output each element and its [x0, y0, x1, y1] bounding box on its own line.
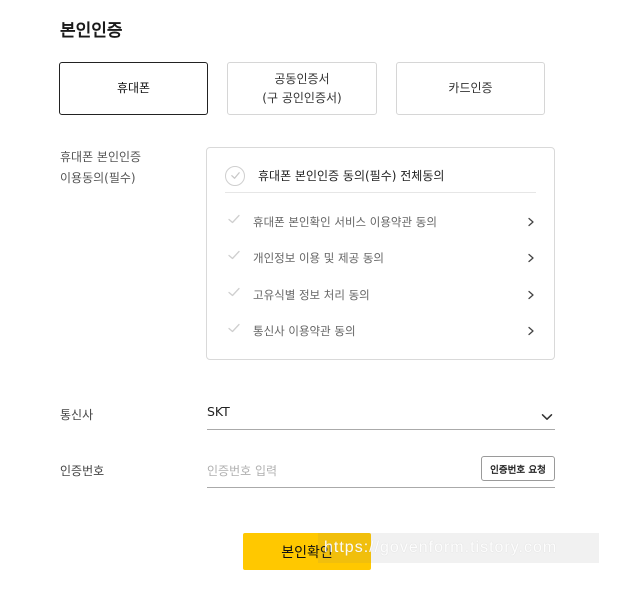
check-icon — [228, 323, 240, 333]
carrier-label: 통신사 — [60, 408, 94, 422]
agreement-section-label: 휴대폰 본인인증 이용동의(필수) — [60, 147, 180, 189]
method-tab-phone[interactable]: 휴대폰 — [59, 62, 208, 115]
chevron-right-icon[interactable] — [526, 326, 536, 336]
agree-all-checkbox[interactable]: 휴대폰 본인인증 동의(필수) 전체동의 — [225, 159, 536, 193]
method-tab-label: 카드인증 — [448, 81, 493, 95]
request-code-button[interactable]: 인증번호 요청 — [481, 456, 555, 481]
chevron-right-icon[interactable] — [526, 253, 536, 263]
verification-code-label: 인증번호 — [60, 464, 105, 478]
agreement-label-line2: 이용동의(필수) — [60, 171, 136, 185]
carrier-selected-value: SKT — [207, 404, 230, 419]
page-title: 본인인증 — [60, 21, 123, 41]
chevron-down-icon — [541, 413, 553, 420]
identity-verification-page: 본인인증 휴대폰 공동인증서 (구 공인인증서) 카드인증 휴대폰 본인인증 이… — [0, 0, 639, 603]
agree-item-label: 개인정보 이용 및 제공 동의 — [253, 251, 385, 265]
agree-item-privacy[interactable]: 개인정보 이용 및 제공 동의 — [227, 248, 536, 268]
circle-check-icon — [225, 165, 245, 186]
agreement-box: 휴대폰 본인인증 동의(필수) 전체동의 휴대폰 본인확인 서비스 이용약관 동… — [206, 147, 555, 360]
verification-code-row: 인증번호 요청 — [207, 455, 555, 488]
method-tab-certificate[interactable]: 공동인증서 (구 공인인증서) — [227, 62, 377, 115]
agree-item-label: 통신사 이용약관 동의 — [253, 324, 356, 338]
method-tab-label: 공동인증서 — [274, 71, 330, 86]
agree-item-label: 휴대폰 본인확인 서비스 이용약관 동의 — [253, 215, 437, 229]
agree-item-label: 고유식별 정보 처리 동의 — [253, 288, 370, 302]
method-tab-label: 휴대폰 — [116, 81, 151, 95]
method-tab-card[interactable]: 카드인증 — [396, 62, 545, 115]
watermark: https://govenform.tistory.com — [318, 533, 599, 563]
agree-item-carrier-terms[interactable]: 통신사 이용약관 동의 — [227, 321, 536, 341]
carrier-select[interactable]: SKT — [207, 398, 555, 430]
agree-all-label: 휴대폰 본인인증 동의(필수) 전체동의 — [258, 169, 445, 183]
check-icon — [228, 250, 240, 260]
chevron-right-icon[interactable] — [526, 290, 536, 300]
agree-item-service-terms[interactable]: 휴대폰 본인확인 서비스 이용약관 동의 — [227, 212, 536, 232]
check-icon — [228, 214, 240, 224]
verification-code-input[interactable] — [207, 460, 467, 482]
agreement-label-line1: 휴대폰 본인인증 — [60, 150, 142, 164]
check-icon — [228, 287, 240, 297]
chevron-right-icon[interactable] — [526, 217, 536, 227]
method-tab-sublabel: (구 공인인증서) — [262, 90, 342, 105]
agree-item-unique-id[interactable]: 고유식별 정보 처리 동의 — [227, 285, 536, 305]
